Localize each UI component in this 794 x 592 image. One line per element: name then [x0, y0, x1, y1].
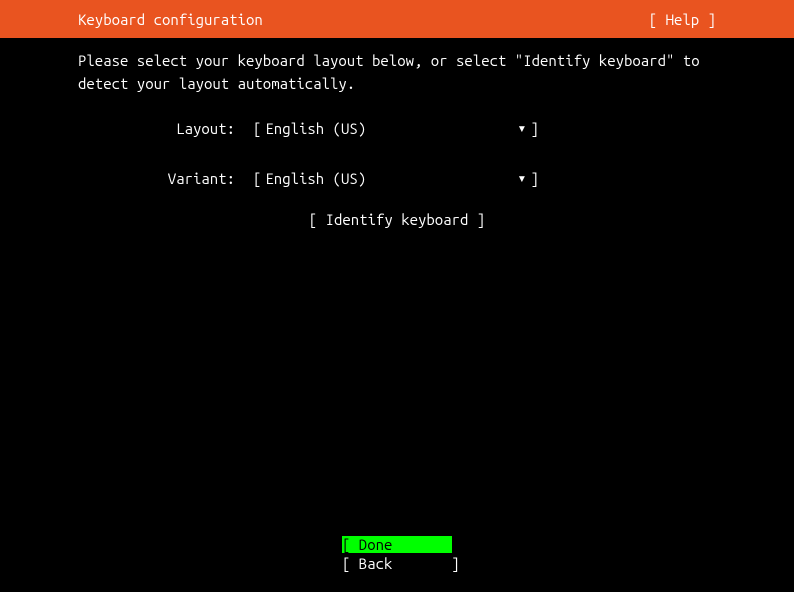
variant-row: Variant: [ English (US) ▾ ]: [78, 169, 716, 187]
bracket-close-icon: ]: [530, 170, 538, 187]
layout-select[interactable]: [ English (US) ▾ ]: [253, 119, 539, 137]
footer-actions: [ Done ] [ Back ]: [0, 536, 794, 572]
header-bar: Keyboard configuration [ Help ]: [0, 0, 794, 38]
variant-value: English (US): [265, 170, 517, 187]
layout-label: Layout:: [78, 120, 253, 137]
help-button[interactable]: [ Help ]: [649, 11, 716, 28]
identify-keyboard-button[interactable]: [ Identify keyboard ]: [309, 211, 485, 228]
content-area: Please select your keyboard layout below…: [0, 38, 794, 228]
layout-value: English (US): [265, 120, 517, 137]
back-button[interactable]: [ Back ]: [342, 555, 452, 572]
layout-row: Layout: [ English (US) ▾ ]: [78, 119, 716, 137]
chevron-down-icon: ▾: [517, 119, 526, 137]
identify-row: [ Identify keyboard ]: [78, 211, 716, 228]
page-title: Keyboard configuration: [78, 11, 263, 28]
chevron-down-icon: ▾: [517, 169, 526, 187]
instruction-text: Please select your keyboard layout below…: [78, 50, 716, 95]
bracket-open-icon: [: [253, 120, 261, 137]
variant-select[interactable]: [ English (US) ▾ ]: [253, 169, 539, 187]
bracket-close-icon: ]: [530, 120, 538, 137]
done-button[interactable]: [ Done ]: [342, 536, 452, 553]
variant-label: Variant:: [78, 170, 253, 187]
bracket-open-icon: [: [253, 170, 261, 187]
